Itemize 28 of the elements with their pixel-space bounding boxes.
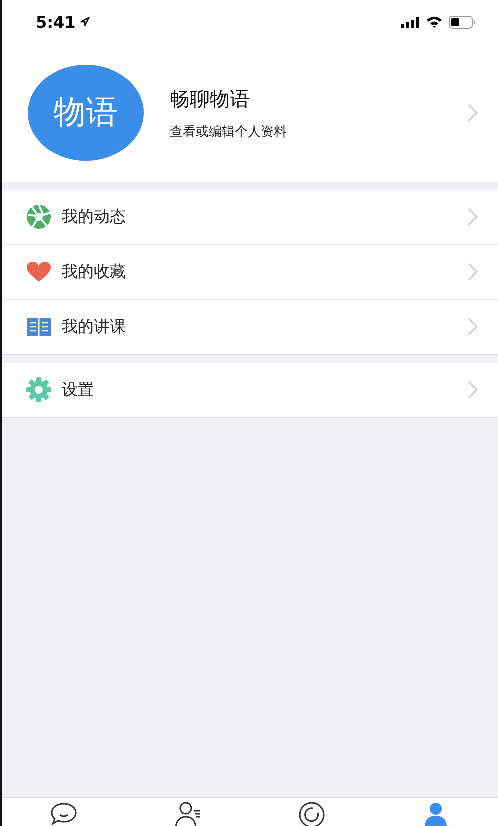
chevron-icon [468, 208, 478, 226]
ring-icon [297, 800, 327, 826]
heart-icon [26, 261, 52, 283]
menu-item[interactable]: 我的讲课 [2, 300, 498, 354]
menu-label: 我的讲课 [62, 316, 127, 338]
gear-icon [26, 377, 52, 403]
menu-item[interactable]: 我的动态 [2, 190, 498, 245]
book-icon [26, 317, 52, 337]
location-arrow-icon [80, 17, 90, 27]
contacts-icon [173, 800, 203, 826]
wifi-icon [426, 16, 443, 28]
menu-label: 我的动态 [62, 206, 127, 228]
menu-item[interactable]: 设置 [2, 363, 498, 417]
profile-subtitle: 查看或编辑个人资料 [170, 124, 288, 140]
chevron-icon [468, 381, 478, 399]
profile-row[interactable]: 物语 畅聊物语 查看或编辑个人资料 [2, 44, 498, 182]
menu-label: 设置 [62, 380, 95, 400]
chevron-icon [468, 318, 478, 336]
battery-icon [449, 16, 476, 28]
avatar: 物语 [28, 65, 144, 161]
menu-item[interactable]: 我的收藏 [2, 245, 498, 300]
chevron-icon [468, 104, 478, 122]
profile-name: 畅聊物语 [170, 86, 251, 112]
signal-icon [401, 16, 420, 28]
chevron-icon [468, 263, 478, 281]
menu-label: 我的收藏 [62, 262, 127, 282]
status-time: 5:41 [36, 12, 76, 32]
aperture-icon [26, 204, 52, 230]
